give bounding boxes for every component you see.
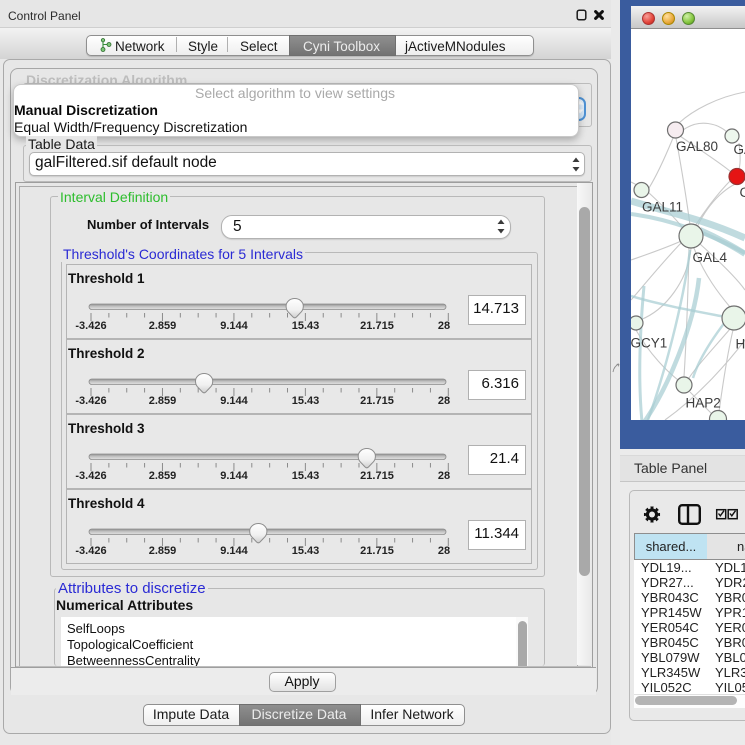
svg-text:GAL80: GAL80: [676, 139, 718, 154]
svg-text:GAL4: GAL4: [693, 250, 728, 265]
svg-text:GAL11: GAL11: [642, 200, 683, 215]
svg-text:GCY1: GCY1: [631, 336, 667, 351]
svg-text:HAP2: HAP2: [686, 396, 721, 411]
svg-text:H: H: [736, 337, 745, 352]
svg-text:GA: GA: [734, 142, 745, 157]
svg-text:CA: CA: [740, 185, 745, 200]
